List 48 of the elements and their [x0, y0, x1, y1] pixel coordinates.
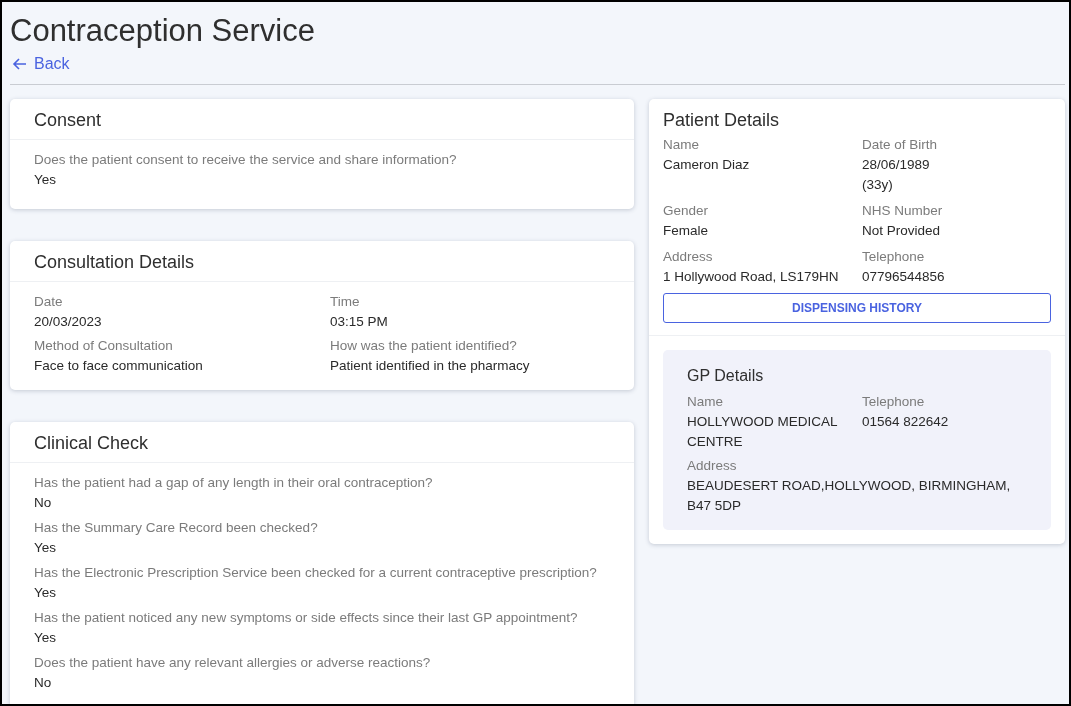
field-label: How was the patient identified? [330, 337, 518, 355]
section-title: Patient Details [662, 109, 781, 132]
field-label: Date of Birth [862, 136, 939, 154]
field-value: 07796544856 [862, 268, 946, 286]
field-label: Method of Consultation [34, 337, 174, 355]
field-label: Address [687, 457, 738, 475]
question-text: Has the patient noticed any new symptoms or side effects since their last GP appointment? [34, 609, 579, 627]
answer-text: Yes [34, 584, 58, 602]
dispensing-history-button[interactable]: DISPENSING HISTORY [663, 293, 1051, 323]
arrow-left-icon [12, 56, 28, 72]
answer-text: No [34, 494, 53, 512]
answer-text: Yes [34, 539, 58, 557]
section-title: Consultation Details [10, 241, 634, 282]
field-value: Not Provided [862, 222, 942, 240]
page-title: Contraception Service [10, 12, 316, 50]
field-value: (33y) [862, 176, 894, 194]
question-text: Has the Summary Care Record been checked? [34, 519, 319, 537]
field-label: Telephone [862, 393, 926, 411]
field-label: Date [34, 293, 64, 311]
field-label: Name [687, 393, 724, 411]
answer-text: No [34, 674, 53, 692]
field-label: Gender [663, 202, 710, 220]
field-value: Face to face communication [34, 357, 204, 375]
answer-text: Yes [34, 629, 58, 647]
question-text: Has the Electronic Prescription Service been checked for a current contraceptive prescription? [34, 564, 598, 582]
field-value: 28/06/1989 [862, 156, 931, 174]
field-label: Name [663, 136, 700, 154]
field-value: BEAUDESERT ROAD,HOLLYWOOD, BIRMINGHAM, B47 5DP [687, 477, 1012, 515]
question-text: Has the patient had a gap of any length in their oral contraception? [34, 474, 434, 492]
field-label: Telephone [862, 248, 926, 266]
back-link[interactable]: Back [12, 54, 70, 74]
field-value: 20/03/2023 [34, 313, 103, 331]
question-text: Does the patient consent to receive the service and share information? [34, 151, 458, 169]
question-text: Does the patient have any relevant allergies or adverse reactions? [34, 654, 432, 672]
field-label: Time [330, 293, 361, 311]
answer-text: Yes [34, 171, 58, 189]
field-value: Patient identified in the pharmacy [330, 357, 531, 375]
section-title: Clinical Check [10, 422, 634, 463]
field-value: Female [663, 222, 709, 240]
field-label: Address [663, 248, 714, 266]
section-title: Consent [10, 99, 634, 140]
gp-details-title: GP Details [687, 366, 765, 386]
field-value: 03:15 PM [330, 313, 389, 331]
field-value: Cameron Diaz [663, 156, 751, 174]
field-value: 01564 822642 [862, 413, 950, 431]
field-label: NHS Number [862, 202, 944, 220]
field-value: HOLLYWOOD MEDICAL CENTRE [687, 413, 839, 451]
field-value: 1 Hollywood Road, LS179HN [663, 268, 840, 286]
